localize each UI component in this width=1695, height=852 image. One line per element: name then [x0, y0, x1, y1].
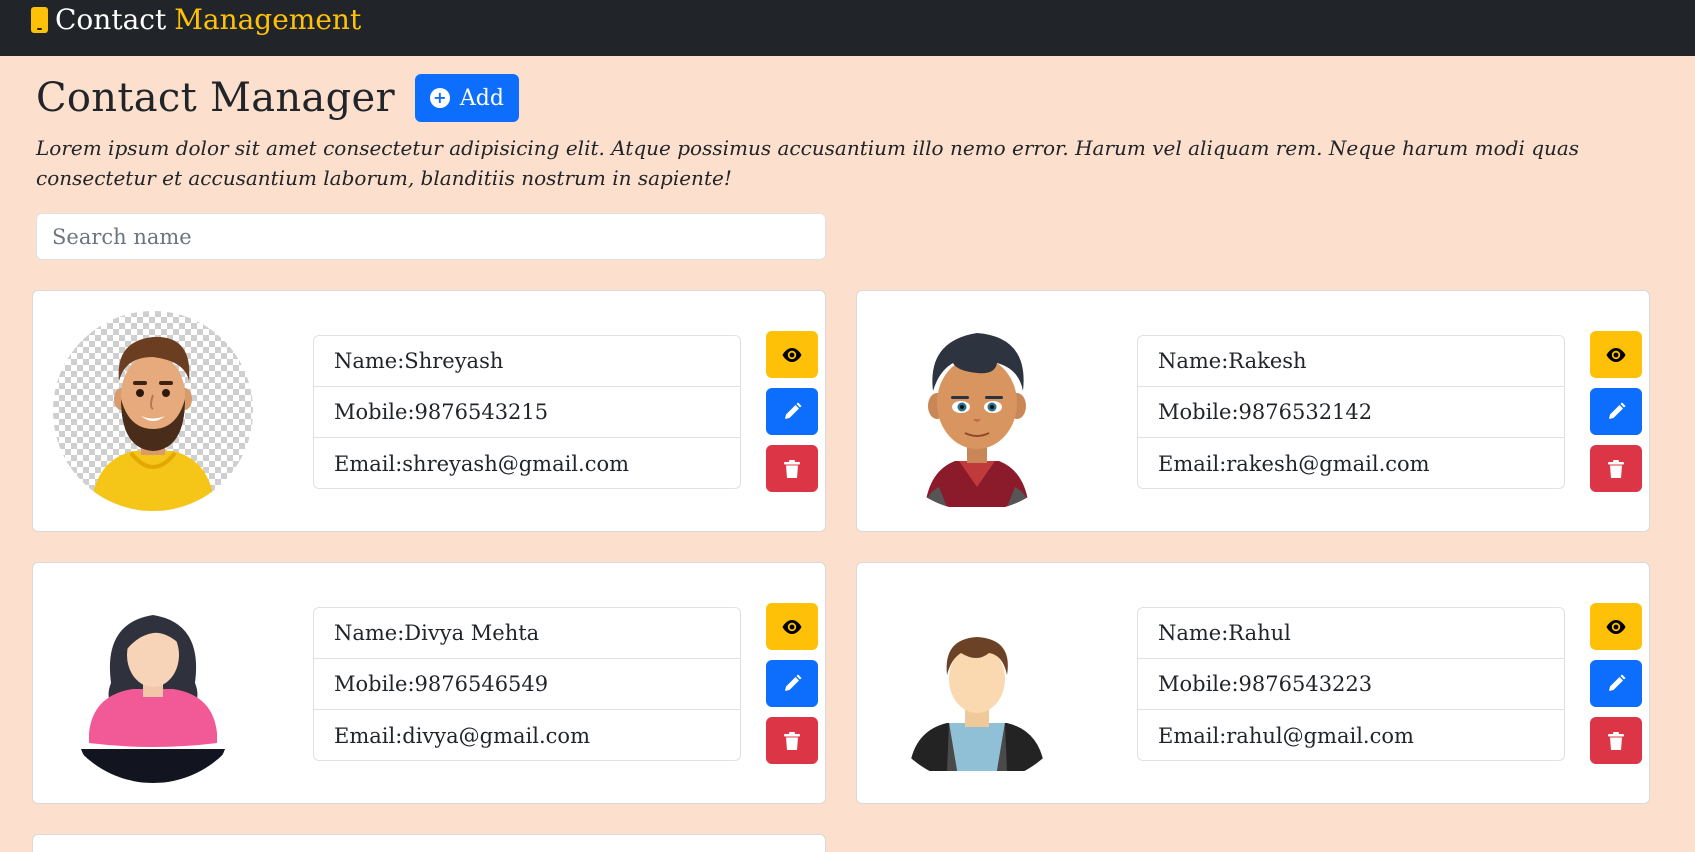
pencil-icon	[1609, 402, 1626, 419]
contact-mobile: Mobile:9876543223	[1138, 659, 1564, 710]
contact-name: Name:Divya Mehta	[314, 608, 740, 659]
contact-card: Name:Rahul Mobile:9876543223 Email:rahul…	[856, 562, 1650, 804]
contact-email: Email:rakesh@gmail.com	[1158, 451, 1430, 476]
bearded-man-avatar	[53, 311, 253, 511]
eye-icon	[1606, 347, 1626, 362]
woman-avatar	[53, 583, 253, 783]
contact-name: Name:Shreyash	[314, 336, 740, 387]
page-title: Contact Manager	[36, 75, 395, 121]
man-avatar	[877, 583, 1077, 783]
contact-card: Name:Shreyash Mobile:9876543215 Email:sh…	[32, 290, 826, 532]
edit-button[interactable]	[1590, 388, 1642, 435]
trash-icon	[784, 459, 800, 478]
trash-icon	[784, 731, 800, 750]
brand-link[interactable]: Contact Management	[31, 6, 361, 34]
contact-email: Email:rahul@gmail.com	[1158, 723, 1414, 748]
view-button[interactable]	[766, 331, 818, 378]
contact-email: Email:shreyash@gmail.com	[334, 451, 630, 476]
delete-button[interactable]	[766, 717, 818, 764]
contact-email: Email:divya@gmail.com	[334, 723, 590, 748]
contact-mobile: Mobile:9876532142	[1138, 387, 1564, 438]
boy-cartoon-avatar	[877, 311, 1077, 511]
add-contact-button[interactable]: + Add	[414, 74, 519, 122]
contact-info-list: Name:Shreyash Mobile:9876543215 Email:sh…	[313, 335, 741, 489]
contact-info-list: Name:Rahul Mobile:9876543223 Email:rahul…	[1137, 607, 1565, 761]
delete-button[interactable]	[1590, 717, 1642, 764]
search-input[interactable]	[36, 213, 826, 260]
contact-card: Name:Divya Mehta Mobile:9876546549 Email…	[32, 562, 826, 804]
trash-icon	[1608, 459, 1624, 478]
edit-button[interactable]	[766, 660, 818, 707]
view-button[interactable]	[1590, 331, 1642, 378]
brand-text-contact: Contact	[55, 3, 167, 36]
delete-button[interactable]	[766, 445, 818, 492]
contact-info-list: Name:Divya Mehta Mobile:9876546549 Email…	[313, 607, 741, 761]
phone-icon	[31, 7, 48, 33]
view-button[interactable]	[766, 603, 818, 650]
page-description: Lorem ipsum dolor sit amet consectetur a…	[36, 136, 1580, 190]
eye-icon	[782, 619, 802, 634]
plus-circle-icon: +	[429, 88, 450, 108]
brand-text-management: Management	[174, 3, 362, 36]
edit-button[interactable]	[766, 388, 818, 435]
eye-icon	[1606, 619, 1626, 634]
contact-card: Name:Rakesh Mobile:9876532142 Email:rake…	[856, 290, 1650, 532]
pencil-icon	[785, 402, 802, 419]
contact-mobile: Mobile:9876546549	[314, 659, 740, 710]
pencil-icon	[1609, 674, 1626, 691]
delete-button[interactable]	[1590, 445, 1642, 492]
contact-card-partial	[32, 834, 826, 852]
add-button-label: Add	[459, 85, 504, 111]
title-row: Contact Manager + Add	[36, 74, 519, 122]
eye-icon	[782, 347, 802, 362]
contact-name: Name:Rahul	[1138, 608, 1564, 659]
trash-icon	[1608, 731, 1624, 750]
navbar: Contact Management	[0, 0, 1695, 56]
pencil-icon	[785, 674, 802, 691]
contact-name: Name:Rakesh	[1138, 336, 1564, 387]
view-button[interactable]	[1590, 603, 1642, 650]
edit-button[interactable]	[1590, 660, 1642, 707]
contact-mobile: Mobile:9876543215	[314, 387, 740, 438]
contact-info-list: Name:Rakesh Mobile:9876532142 Email:rake…	[1137, 335, 1565, 489]
